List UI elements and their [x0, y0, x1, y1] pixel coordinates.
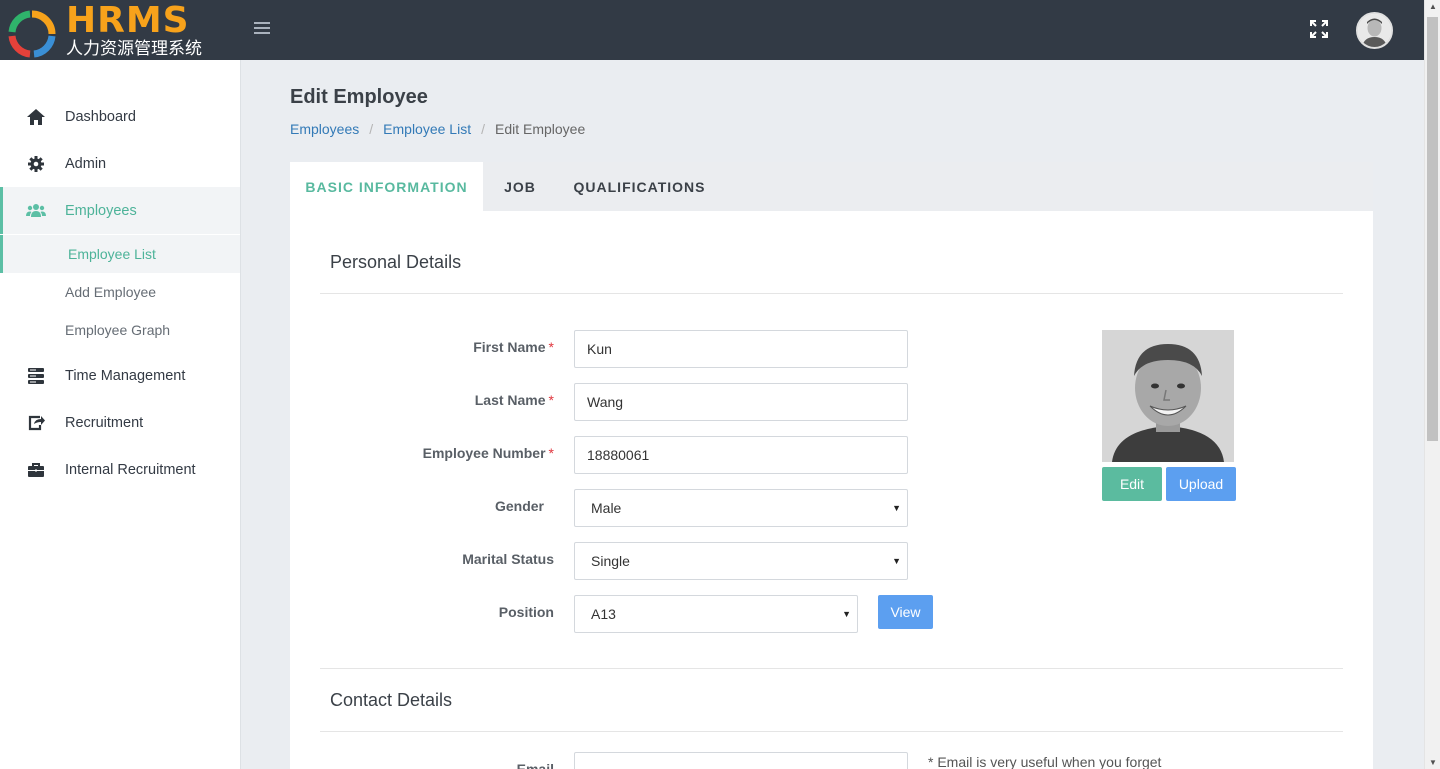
sidebar-item-label: Internal Recruitment: [65, 461, 196, 478]
users-icon: [26, 203, 46, 217]
form-card: Personal Details First Name * Kun Last Na…: [290, 211, 1373, 769]
marital-status-select-value: Single: [591, 553, 630, 569]
first-name-label: First Name *: [473, 339, 554, 355]
sidebar-item-label: Dashboard: [65, 108, 136, 125]
marital-status-select[interactable]: Single ▼: [574, 542, 908, 580]
sidebar-item-label: Employees: [65, 202, 137, 219]
tab-qualifications[interactable]: QUALIFICATIONS: [566, 162, 713, 211]
employee-number-field[interactable]: 18880061: [574, 436, 908, 474]
server-icon: [28, 367, 44, 384]
email-label: Email: [516, 761, 554, 769]
view-position-button[interactable]: View: [878, 595, 933, 629]
divider: [320, 293, 1343, 294]
email-help-text: * Email is very useful when you forget: [928, 754, 1162, 769]
divider: [320, 668, 1343, 669]
logo-title: HRMS: [66, 0, 190, 41]
personal-details-title: Personal Details: [330, 252, 462, 272]
employee-portrait-icon: [1102, 330, 1234, 462]
sidebar-item-internal-recruitment[interactable]: Internal Recruitment: [0, 446, 240, 493]
page-title: Edit Employee: [290, 86, 428, 108]
scroll-down-arrow-icon[interactable]: ▼: [1429, 758, 1437, 767]
gender-select[interactable]: Male ▼: [574, 489, 908, 527]
position-label: Position: [498, 604, 554, 620]
last-name-label: Last Name *: [474, 392, 554, 408]
chevron-down-icon: ▼: [892, 503, 901, 513]
last-name-field[interactable]: Wang: [574, 383, 908, 421]
sidebar-item-label: Recruitment: [65, 414, 144, 431]
position-select-value: A13: [591, 606, 616, 622]
sidebar-subitem-add-employee[interactable]: Add Employee: [0, 273, 240, 311]
breadcrumb-current: Edit Employee: [494, 121, 586, 137]
gear-icon: [28, 155, 44, 172]
sidebar-subitem-label: Employee List: [68, 246, 156, 262]
sidebar-subitem-employee-graph[interactable]: Employee Graph: [0, 311, 240, 349]
hamburger-icon[interactable]: [254, 22, 270, 36]
logo-ring-icon: [8, 10, 56, 58]
briefcase-icon: [28, 462, 44, 477]
breadcrumb: Employees / Employee List / Edit Employe…: [290, 121, 585, 137]
contact-details-title: Contact Details: [330, 690, 453, 710]
sidebar: Dashboard Admin Employees Employee List …: [0, 60, 241, 769]
sidebar-item-label: Time Management: [65, 367, 186, 384]
chevron-down-icon: ▼: [892, 556, 901, 566]
gender-label: Gender: [494, 498, 544, 514]
scroll-up-arrow-icon[interactable]: ▲: [1429, 2, 1437, 11]
tab-job[interactable]: JOB: [490, 162, 550, 211]
sidebar-item-employees[interactable]: Employees: [0, 187, 240, 234]
sidebar-item-admin[interactable]: Admin: [0, 140, 240, 187]
tab-basic-information[interactable]: BASIC INFORMATION: [290, 162, 483, 211]
sidebar-item-label: Admin: [65, 155, 107, 172]
sidebar-subitem-employee-list[interactable]: Employee List: [0, 235, 240, 273]
marital-status-label: Marital Status: [462, 551, 554, 567]
home-icon: [27, 108, 45, 125]
scroll-thumb[interactable]: [1427, 17, 1438, 441]
logo[interactable]: HRMS 人力资源管理系统: [0, 0, 240, 60]
logo-subtitle: 人力资源管理系统: [66, 39, 202, 58]
sidebar-subitem-label: Employee Graph: [65, 322, 171, 338]
top-bar: HRMS 人力资源管理系统: [0, 0, 1424, 60]
user-face-icon: [1358, 14, 1391, 47]
upload-photo-button[interactable]: Upload: [1166, 467, 1236, 501]
page-scrollbar[interactable]: ▲ ▼: [1424, 0, 1440, 769]
breadcrumb-link-employees[interactable]: Employees: [290, 121, 359, 137]
tab-bar: BASIC INFORMATION JOB QUALIFICATIONS: [290, 162, 1373, 211]
expand-icon[interactable]: [1308, 18, 1330, 40]
first-name-field[interactable]: Kun: [574, 330, 908, 368]
edit-photo-button[interactable]: Edit: [1102, 467, 1162, 501]
chevron-down-icon: ▼: [842, 609, 851, 619]
sidebar-subitem-label: Add Employee: [65, 284, 157, 300]
share-icon: [28, 415, 45, 430]
sidebar-item-recruitment[interactable]: Recruitment: [0, 399, 240, 446]
sidebar-item-dashboard[interactable]: Dashboard: [0, 93, 240, 140]
breadcrumb-separator: /: [481, 121, 485, 137]
employee-number-label: Employee Number *: [422, 445, 554, 461]
breadcrumb-separator: /: [369, 121, 374, 137]
email-field[interactable]: [574, 752, 908, 769]
employee-photo: [1102, 330, 1234, 462]
gender-select-value: Male: [591, 500, 622, 516]
sidebar-item-time-management[interactable]: Time Management: [0, 352, 240, 399]
position-select[interactable]: A13 ▼: [574, 595, 858, 633]
breadcrumb-link-employee-list[interactable]: Employee List: [383, 121, 471, 137]
divider: [320, 731, 1343, 732]
user-avatar[interactable]: [1356, 12, 1393, 49]
